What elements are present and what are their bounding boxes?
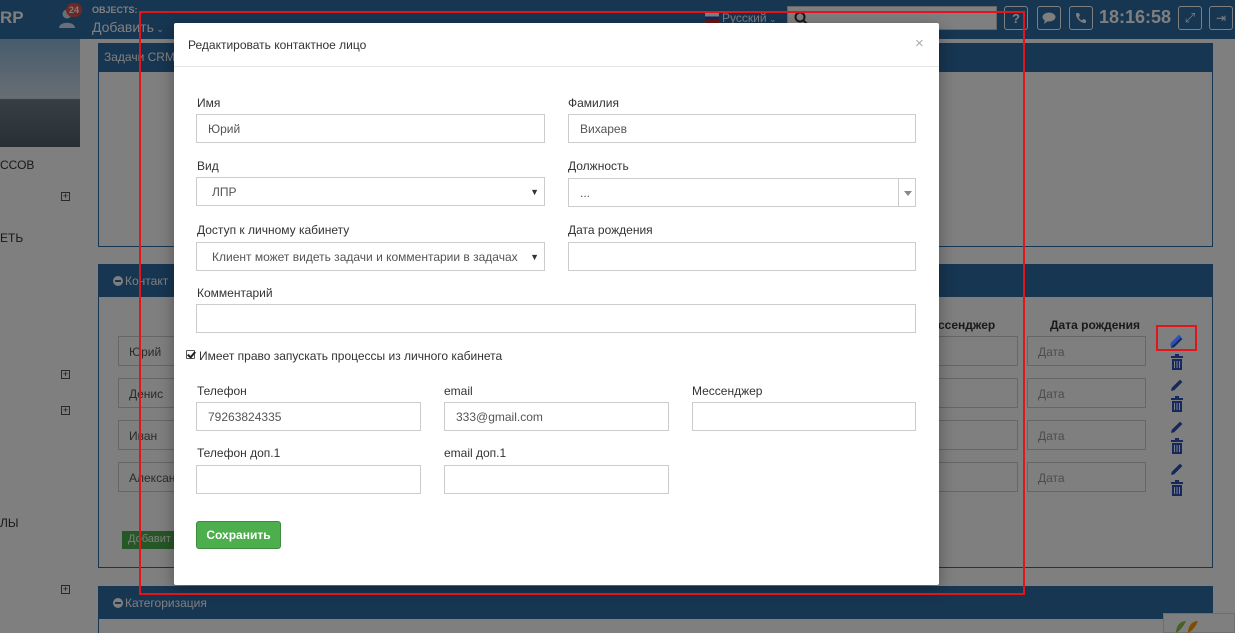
pencil-icon[interactable]: [1169, 333, 1183, 347]
highlight-frame-modal: [139, 11, 1025, 595]
